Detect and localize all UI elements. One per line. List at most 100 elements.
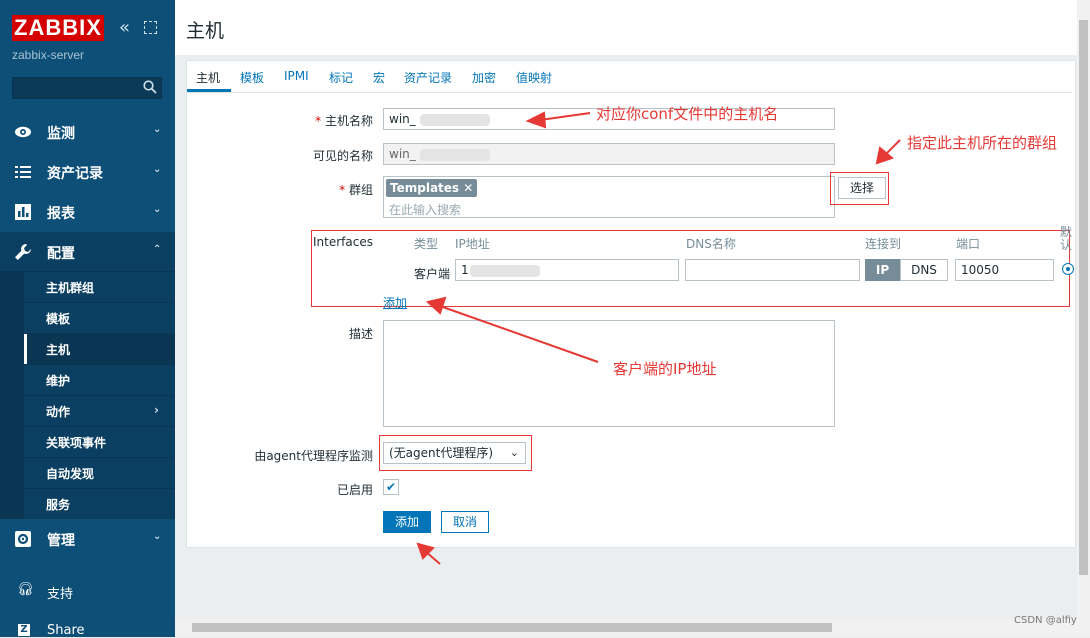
- horizontal-scrollbar-thumb[interactable]: [192, 623, 832, 632]
- wrench-icon: [15, 244, 31, 260]
- chevron-up-icon: ⌃: [153, 244, 162, 255]
- menu-inventory[interactable]: 资产记录 ⌄: [0, 152, 175, 192]
- tab-divider: [187, 92, 1072, 93]
- submenu-label: 维护: [46, 374, 71, 388]
- remove-tag-icon[interactable]: ✕: [463, 181, 473, 195]
- share-icon: Z: [18, 624, 30, 636]
- bar-chart-icon: [15, 204, 31, 220]
- chevron-down-icon: ⌄: [153, 531, 162, 542]
- menu-label: 报表: [47, 206, 75, 222]
- headset-icon: 🎧︎: [17, 582, 34, 597]
- submenu-label: 关联项事件: [46, 436, 107, 450]
- default-interface-radio[interactable]: [1062, 263, 1074, 275]
- chevron-right-icon: ›: [154, 403, 159, 417]
- submenu-item-services[interactable]: 服务: [24, 488, 175, 519]
- annotation-group: 指定此主机所在的群组: [907, 134, 1058, 152]
- support-link[interactable]: 🎧︎ 支持: [0, 582, 175, 602]
- submenu-item-event-correlation[interactable]: 关联项事件: [24, 426, 175, 457]
- connect-dns-toggle[interactable]: DNS: [900, 259, 948, 281]
- enabled-label: 已启用: [336, 483, 373, 497]
- host-name-label: * 主机名称: [315, 114, 373, 128]
- interface-dns-input[interactable]: [685, 259, 860, 281]
- page-title: 主机: [186, 20, 225, 42]
- search-icon[interactable]: [143, 80, 157, 94]
- annotation-client-ip: 客户端的IP地址: [613, 360, 717, 378]
- tab-value-mapping[interactable]: 值映射: [516, 69, 552, 86]
- submenu-label: 模板: [46, 312, 71, 326]
- tab-inventory[interactable]: 资产记录: [404, 69, 452, 86]
- col-port: 端口: [956, 237, 981, 251]
- submenu-label: 主机群组: [46, 281, 95, 295]
- interface-port-input[interactable]: 10050: [955, 259, 1054, 281]
- submenu-label: 动作: [46, 405, 71, 419]
- submenu-item-actions[interactable]: 动作 ›: [24, 395, 175, 426]
- groups-label: * 群组: [339, 183, 373, 197]
- kiosk-mode-icon[interactable]: [144, 21, 157, 34]
- sidebar-search-input[interactable]: [12, 77, 162, 99]
- enabled-checkbox[interactable]: ✔: [383, 479, 399, 495]
- menu-monitoring[interactable]: 监测 ⌄: [0, 112, 175, 152]
- chevron-down-icon: ⌄: [153, 124, 162, 135]
- sidebar: ZABBIX « zabbix-server 监测 ⌄ 资产记录 ⌄ 报表 ⌄ …: [0, 0, 175, 638]
- submenu-label: 服务: [46, 498, 71, 512]
- eye-icon: [15, 126, 31, 138]
- chevron-down-icon: ⌄: [509, 446, 519, 459]
- menu-label: 监测: [47, 126, 75, 142]
- tab-ipmi[interactable]: IPMI: [284, 69, 309, 83]
- annotation-host-name: 对应你conf文件中的主机名: [596, 105, 779, 123]
- interface-type: 客户端: [414, 267, 451, 281]
- description-label: 描述: [348, 327, 373, 341]
- title-bar: [175, 0, 1077, 55]
- server-name: zabbix-server: [12, 48, 85, 62]
- col-ip: IP地址: [455, 237, 490, 251]
- menu-configuration[interactable]: 配置 ⌃: [0, 232, 175, 272]
- select-groups-button[interactable]: 选择: [838, 177, 886, 199]
- submenu-item-maintenance[interactable]: 维护: [24, 364, 175, 395]
- cancel-button[interactable]: 取消: [441, 511, 489, 533]
- col-type: 类型: [414, 237, 439, 251]
- vertical-scrollbar-thumb[interactable]: [1079, 20, 1088, 575]
- menu-administration[interactable]: 管理 ⌄: [0, 519, 175, 559]
- submenu-item-hosts[interactable]: 主机: [24, 333, 175, 365]
- visible-name-label: 可见的名称: [312, 149, 373, 163]
- watermark: CSDN @alfiy: [1014, 615, 1077, 626]
- zabbix-logo[interactable]: ZABBIX: [12, 15, 104, 41]
- add-interface-link[interactable]: 添加: [383, 294, 407, 311]
- list-icon: [15, 166, 31, 178]
- share-link[interactable]: Z Share: [0, 621, 175, 638]
- tab-encryption[interactable]: 加密: [472, 69, 496, 86]
- add-button[interactable]: 添加: [383, 511, 431, 533]
- tab-tags[interactable]: 标记: [329, 69, 353, 86]
- tab-templates[interactable]: 模板: [240, 69, 264, 86]
- gear-icon: [15, 531, 31, 547]
- menu-label: 管理: [47, 533, 75, 549]
- col-connect: 连接到: [865, 237, 902, 251]
- redacted-text: [420, 149, 490, 161]
- tab-macros[interactable]: 宏: [373, 69, 385, 86]
- submenu-item-templates[interactable]: 模板: [24, 302, 175, 333]
- menu-reports[interactable]: 报表 ⌄: [0, 192, 175, 232]
- proxy-label: 由agent代理程序监测: [254, 449, 373, 463]
- group-tag: Templates ✕: [386, 179, 478, 197]
- arrow-add-button: [424, 550, 441, 565]
- menu-label: 配置: [47, 246, 75, 262]
- collapse-sidebar-icon[interactable]: «: [119, 17, 130, 38]
- redacted-text: [470, 265, 540, 277]
- col-default: 默认: [1060, 226, 1072, 252]
- menu-label: 资产记录: [47, 166, 103, 182]
- tab-host[interactable]: 主机: [196, 69, 220, 86]
- redacted-text: [420, 114, 490, 126]
- submenu-label: 主机: [46, 343, 71, 357]
- interfaces-label: Interfaces: [313, 235, 373, 249]
- proxy-select[interactable]: (无agent代理程序) ⌄: [383, 442, 526, 464]
- support-label: 支持: [47, 587, 74, 602]
- share-label: Share: [47, 623, 85, 638]
- description-textarea[interactable]: [383, 320, 835, 427]
- connect-ip-toggle[interactable]: IP: [865, 259, 900, 281]
- chevron-down-icon: ⌄: [153, 164, 162, 175]
- chevron-down-icon: ⌄: [153, 204, 162, 215]
- submenu-item-host-groups[interactable]: 主机群组: [24, 271, 175, 302]
- submenu-item-discovery[interactable]: 自动发现: [24, 457, 175, 488]
- submenu-rail: [0, 271, 24, 519]
- col-dns: DNS名称: [686, 237, 736, 251]
